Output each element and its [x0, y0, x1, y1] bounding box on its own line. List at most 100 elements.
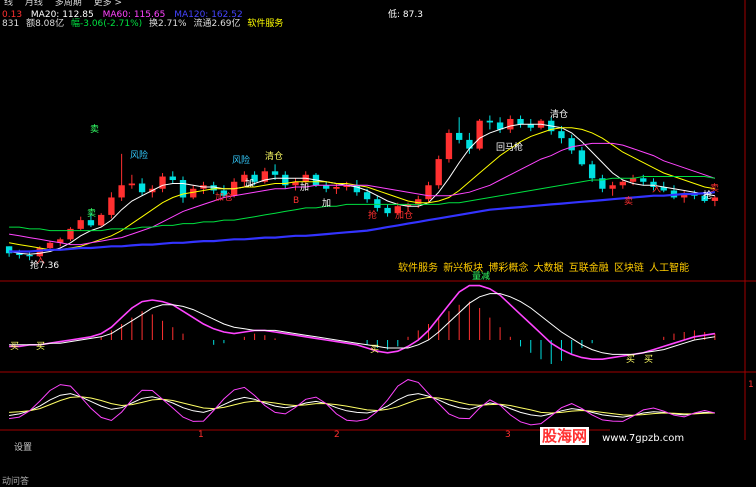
candle-body	[629, 178, 637, 182]
sector-tag[interactable]: 博彩概念	[488, 263, 528, 274]
grid	[0, 0, 756, 440]
signal-label: 风险	[130, 149, 148, 161]
candle-body	[128, 183, 136, 186]
volume-note: 量减	[472, 272, 491, 282]
candle-body	[271, 171, 279, 175]
candle-body	[445, 132, 453, 160]
signal-label: 卖	[624, 196, 633, 207]
signal-label: 卖	[90, 124, 99, 135]
signal-label: 加	[300, 182, 309, 193]
signal-label: 入	[652, 184, 661, 195]
sector-tag[interactable]: 人工智能	[649, 263, 689, 274]
settings-tab[interactable]: 设置	[14, 440, 32, 453]
macd-line-dif	[9, 284, 716, 360]
candle-body	[374, 199, 381, 208]
watermark: 股海网 www.7gpzb.com	[540, 425, 750, 445]
candle-body	[36, 248, 43, 257]
quote-sector: 软件服务	[247, 19, 284, 29]
candle-body	[77, 220, 84, 229]
candle-body	[333, 187, 340, 189]
time-mark-2: 2	[334, 430, 340, 440]
signal-label: 加仓	[395, 209, 413, 221]
signal-label: 买	[644, 354, 653, 365]
signal-label: 加	[322, 198, 331, 209]
time-mark-1: 1	[198, 430, 204, 440]
kdj-axis-label: 1	[748, 380, 754, 390]
ma-line-ma20	[9, 142, 716, 246]
ma-line-ma60	[9, 176, 715, 232]
sector-tag[interactable]: 大数据	[534, 263, 564, 274]
quote-float: 流通2.69亿	[193, 19, 241, 29]
watermark-brand: 股海网	[540, 427, 590, 445]
candle-body	[609, 185, 616, 189]
kdj-panel	[9, 379, 716, 426]
signal-label: 买	[10, 341, 19, 352]
signal-label: 清仓	[550, 108, 568, 120]
signal-label: 买	[36, 341, 45, 352]
sector-tag[interactable]: 软件服务	[398, 263, 438, 274]
signal-label: 买	[370, 344, 379, 355]
candle-body	[46, 242, 54, 249]
signal-label: 抢7.36	[30, 259, 59, 271]
candle-body	[98, 214, 105, 226]
menu-item-line[interactable]: 线	[4, 0, 13, 8]
candle-body	[466, 139, 473, 149]
menu-item-more[interactable]: 更多 >	[94, 0, 122, 8]
candle-body	[26, 255, 33, 257]
time-mark-3: 3	[505, 430, 511, 440]
signal-label: 加仓	[215, 191, 233, 203]
quote-turnover: 换2.71%	[149, 19, 187, 29]
candle-body	[588, 164, 596, 179]
signal-label: 回马枪	[496, 141, 523, 153]
candles	[5, 115, 719, 261]
candle-body	[363, 192, 371, 200]
quote-info: 831 额8.08亿 幅-3.06(-2.71%) 换2.71% 流通2.69亿…	[2, 19, 283, 30]
candle-body	[568, 138, 575, 151]
kdj-line-j	[9, 379, 716, 426]
watermark-url: www.7gpzb.com	[602, 433, 685, 444]
candle-body	[476, 120, 483, 149]
candle-body	[619, 181, 626, 186]
signal-label: 风险	[232, 154, 250, 166]
menu-item-multi[interactable]: 多周期	[55, 0, 82, 8]
chart-annotations: 卖风险 风险 清仓加 加加仓 B 加抢 加仓卖清仓回马枪入卖卖抢入抢7.36买买买买买	[10, 108, 719, 365]
menu-item-month[interactable]: 月线	[25, 0, 43, 8]
status-bar-text: 动问答	[2, 477, 30, 487]
candle-body	[87, 220, 95, 226]
signal-label: B	[293, 196, 299, 206]
ma-lines	[9, 123, 716, 255]
candle-body	[425, 185, 432, 200]
candle-body	[558, 131, 565, 139]
candle-body	[435, 159, 442, 186]
sector-tag[interactable]: 区块链	[614, 263, 644, 274]
ma-line-ma120	[9, 191, 715, 253]
candle-body	[486, 120, 494, 123]
candle-body	[169, 176, 176, 181]
sector-tag[interactable]: 互联金融	[569, 263, 609, 274]
candle-body	[507, 118, 514, 130]
macd-panel	[9, 284, 716, 364]
candle-body	[640, 178, 647, 182]
candle-body	[118, 185, 125, 198]
candle-body	[456, 132, 463, 140]
candle-body	[527, 124, 534, 128]
period-menu: 线 月线 多周期 更多 >	[4, 0, 131, 9]
signal-label: 买	[626, 354, 635, 365]
quote-code: 831	[2, 19, 20, 29]
candle-body	[517, 118, 524, 125]
sector-tags: 软件服务 新兴板块 博彩概念 大数据 互联金融 区块链 人工智能	[398, 263, 689, 274]
candle-body	[384, 207, 391, 214]
quote-change: 幅-3.06(-2.71%)	[70, 19, 143, 29]
signal-label: 抢	[368, 209, 377, 221]
signal-label: 卖	[87, 208, 96, 219]
candle-body	[138, 183, 146, 193]
low-price-label: 低: 87.3	[388, 10, 423, 20]
signal-label: 加	[245, 178, 254, 189]
candle-body	[578, 150, 586, 165]
signal-label: 清仓	[265, 150, 283, 162]
quote-amount: 额8.08亿	[26, 19, 65, 29]
signal-label: 抢	[703, 189, 712, 201]
candle-body	[711, 197, 719, 201]
stock-chart[interactable]: 卖风险 风险 清仓加 加加仓 B 加抢 加仓卖清仓回马枪入卖卖抢入抢7.36买买买买买	[0, 0, 756, 487]
candle-body	[190, 188, 197, 198]
